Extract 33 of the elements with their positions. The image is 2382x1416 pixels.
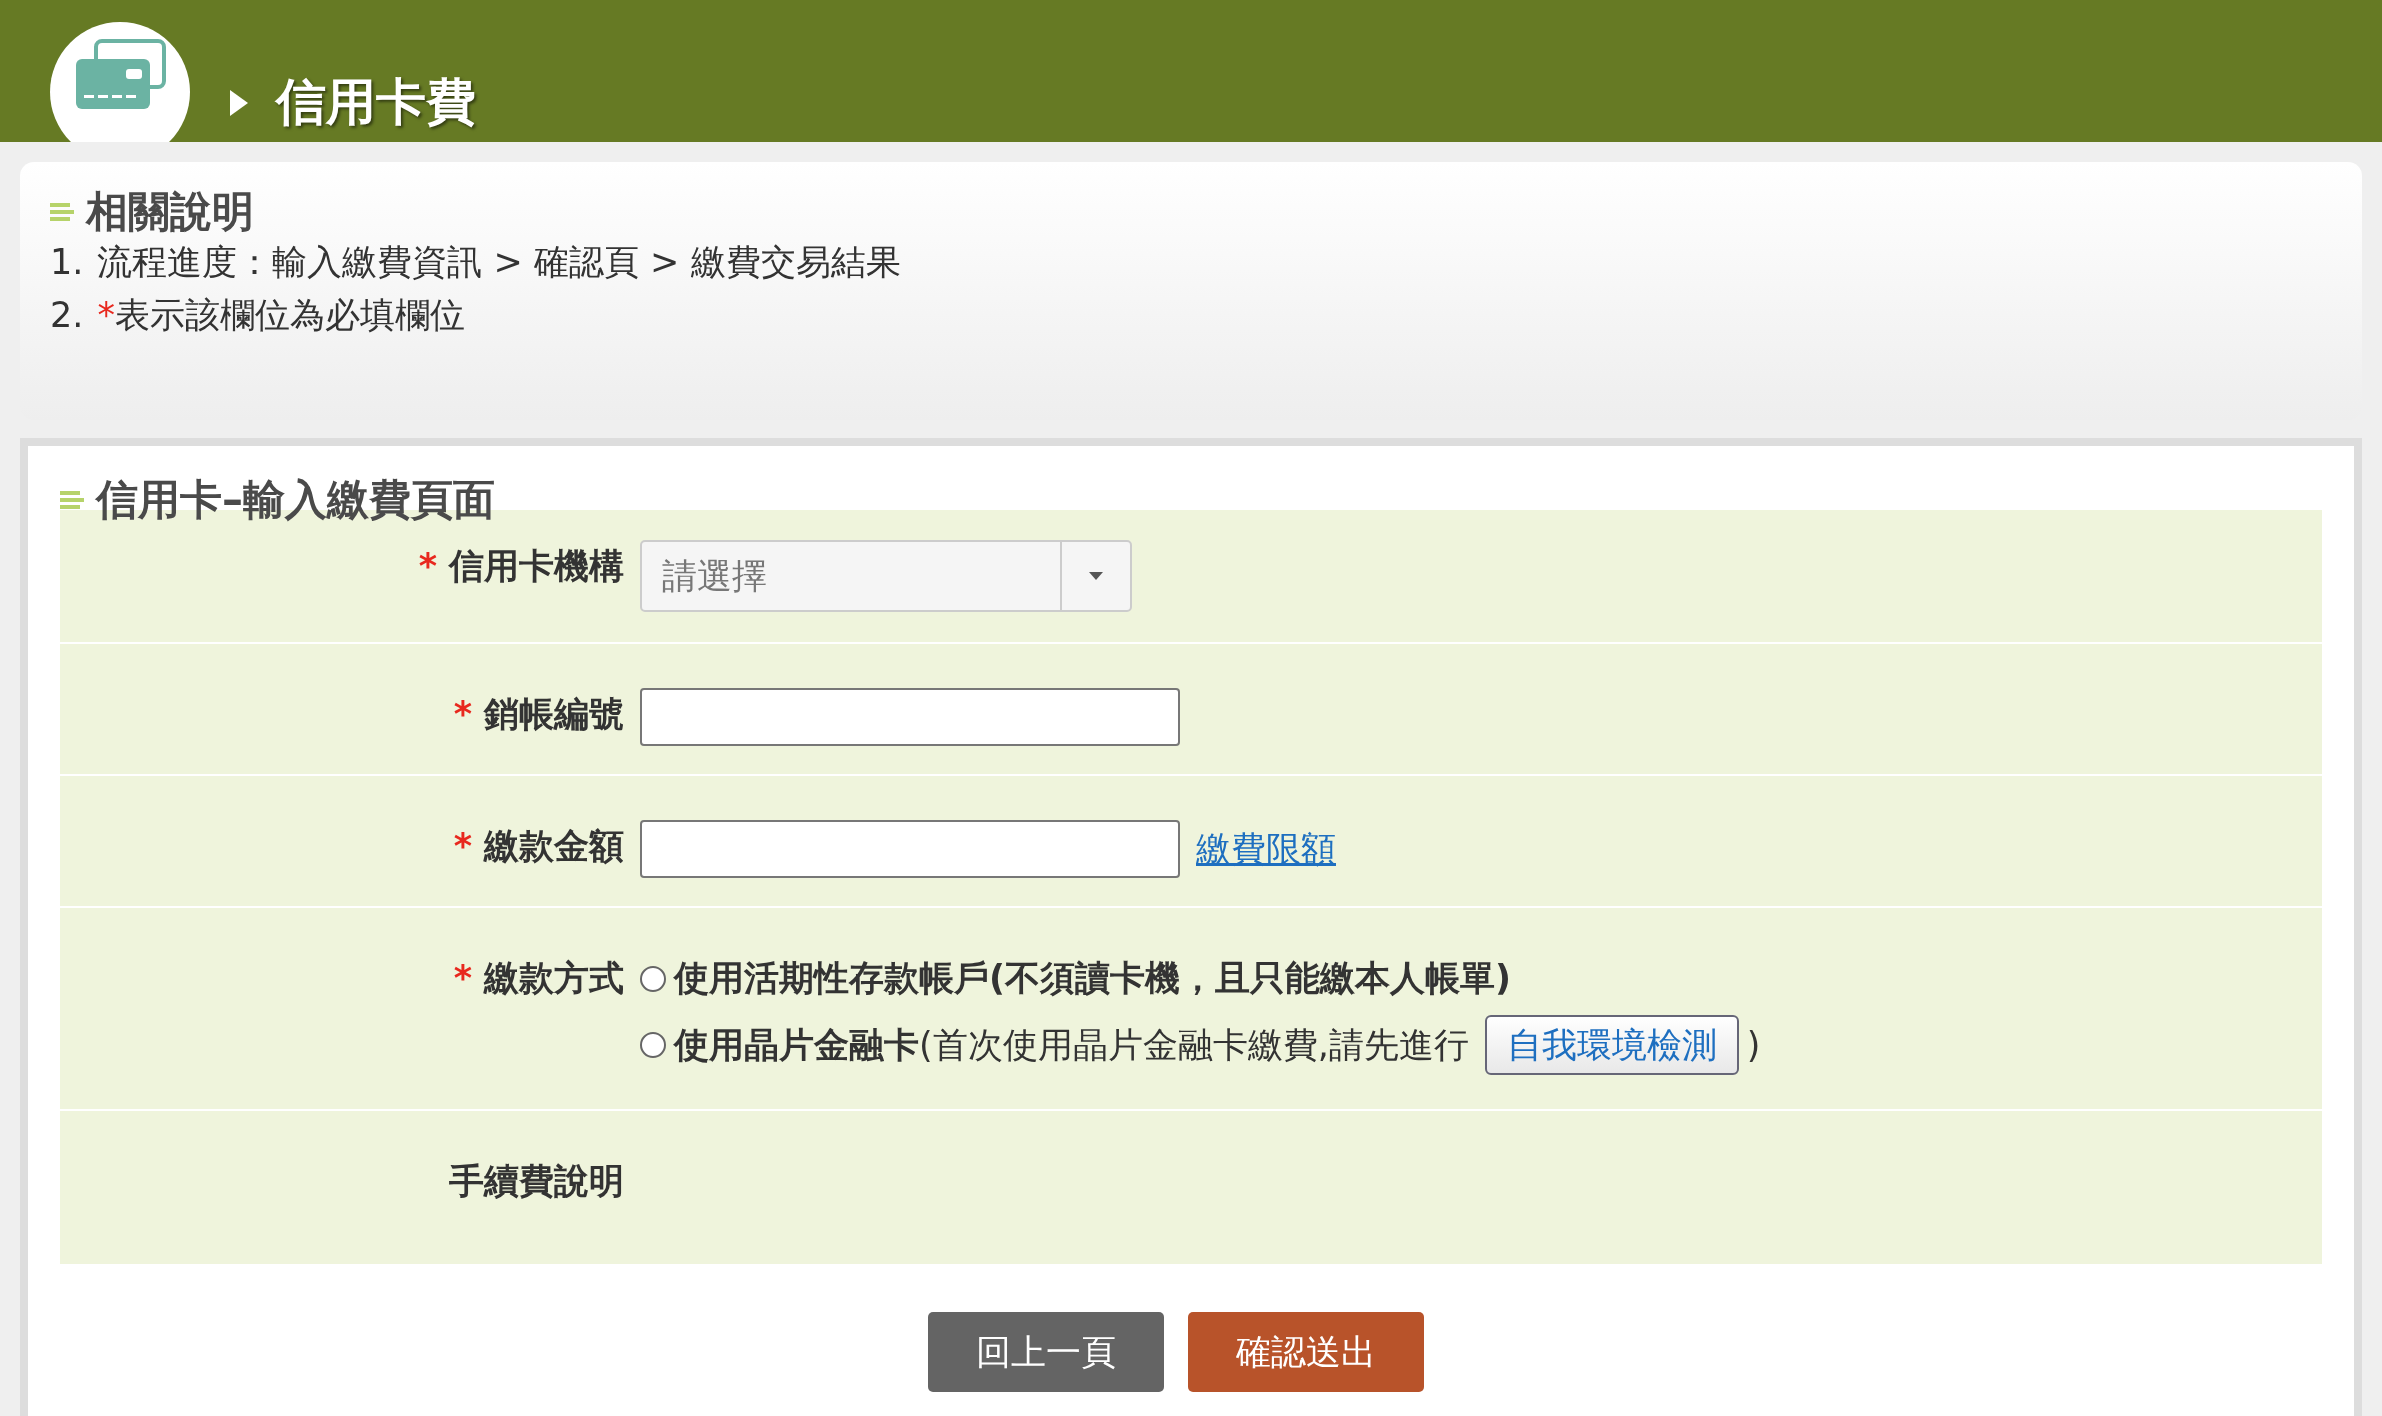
- section-heading: 信用卡–輸入繳費頁面: [96, 476, 495, 525]
- check-button[interactable]: 自我環境檢測: [1484, 1014, 1739, 1076]
- link[interactable]: 繳費限額: [1196, 823, 1336, 876]
- field-label: 信用卡機構: [449, 545, 624, 589]
- list-lines-icon: [60, 489, 86, 512]
- required-mark: *: [453, 957, 472, 1001]
- dropdown[interactable]: 請選擇: [640, 540, 1132, 613]
- field-label: 繳款方式: [484, 957, 624, 1001]
- page-title: 信用卡費: [276, 72, 476, 132]
- info-text: 流程進度：輸入繳費資訊 > 確認頁 > 繳費交易結果: [97, 241, 901, 285]
- paren-text: ): [1746, 1023, 1761, 1067]
- back-button[interactable]: 回上一頁: [928, 1311, 1164, 1392]
- required-mark: *: [418, 545, 437, 589]
- field-label: 銷帳編號: [484, 693, 624, 737]
- input-field[interactable]: [640, 820, 1180, 879]
- list-number: 2.: [50, 293, 84, 337]
- radio-button[interactable]: [640, 1032, 666, 1059]
- radio-button[interactable]: [640, 965, 666, 992]
- field-label: 手續費說明: [449, 1160, 624, 1204]
- triangle-icon: [230, 90, 248, 116]
- list-lines-icon: [50, 201, 76, 224]
- required-mark: *: [453, 825, 472, 869]
- field-label: 繳款金額: [484, 825, 624, 869]
- caret-icon: [1089, 572, 1103, 581]
- credit-card-icon: [74, 39, 166, 111]
- submit-button[interactable]: 確認送出: [1188, 1311, 1424, 1392]
- section-heading: 相關說明: [86, 188, 254, 237]
- radio-label: 使用活期性存款帳戶(不須讀卡機，且只能繳本人帳單): [674, 957, 1511, 1001]
- required-mark: *: [453, 693, 472, 737]
- radio-label: 使用晶片金融卡(首次使用晶片金融卡繳費,請先進行: [674, 1023, 1469, 1067]
- list-number: 1.: [50, 241, 84, 285]
- input-field[interactable]: [640, 688, 1180, 747]
- info-text: *表示該欄位為必填欄位: [97, 293, 465, 337]
